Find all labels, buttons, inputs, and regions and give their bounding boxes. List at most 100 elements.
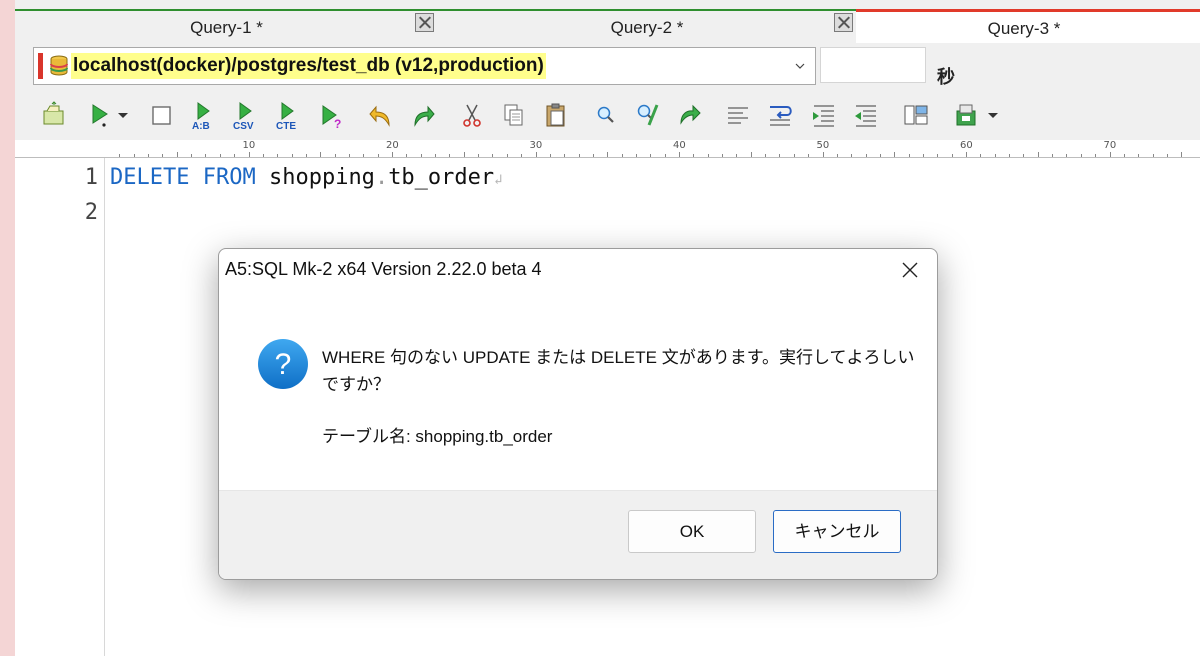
copy-icon[interactable] <box>499 101 529 131</box>
column-ruler: 10 20 30 40 50 60 70 <box>15 140 1200 158</box>
cancel-button[interactable]: キャンセル <box>773 510 901 553</box>
indent-icon[interactable] <box>809 101 839 131</box>
execute-cte-icon[interactable]: CTE <box>273 101 303 131</box>
ruler-tick <box>1009 154 1011 157</box>
ruler-tick <box>234 154 236 157</box>
svg-text:?: ? <box>334 117 341 131</box>
ruler-tick <box>564 154 566 157</box>
ruler-tick <box>162 154 164 157</box>
ruler-tick <box>894 152 896 157</box>
ruler-tick <box>1123 154 1125 157</box>
ruler-tick <box>420 154 422 157</box>
ruler-tick <box>650 154 652 157</box>
ruler-tick <box>966 152 967 157</box>
ruler-tick <box>592 154 594 157</box>
left-side-strip <box>0 0 16 656</box>
ruler-tick <box>1109 152 1111 157</box>
tab-query-2-label: Query-2 * <box>610 18 684 37</box>
open-file-icon[interactable] <box>39 101 69 131</box>
ruler-tick <box>937 154 939 157</box>
stop-icon[interactable] <box>147 101 177 131</box>
tools-dropdown-icon[interactable] <box>985 101 1001 131</box>
ruler-tick <box>793 154 795 157</box>
ruler-tick <box>1138 154 1140 157</box>
dialog-body: ? WHERE 句のない UPDATE または DELETE 文があります。実行… <box>219 291 937 489</box>
cut-icon[interactable] <box>457 101 487 131</box>
outdent-icon[interactable] <box>851 101 881 131</box>
ruler-tick <box>291 154 293 157</box>
ruler-tick <box>980 154 982 157</box>
svg-text:?: ? <box>275 348 292 381</box>
ruler-tick <box>750 152 752 157</box>
timeout-input[interactable] <box>820 47 926 83</box>
format-icon[interactable] <box>723 101 753 131</box>
tab-query-1-label: Query-1 * <box>190 18 263 37</box>
paste-icon[interactable] <box>541 101 571 131</box>
ruler-tick <box>463 152 465 157</box>
ruler-tick <box>377 154 379 157</box>
ruler-mark: 70 <box>1103 140 1117 151</box>
ruler-tick <box>205 154 207 157</box>
ruler-tick <box>535 152 537 157</box>
ruler-tick <box>836 154 838 157</box>
undo-icon[interactable] <box>367 101 397 131</box>
ruler-tick <box>736 154 738 157</box>
ruler-tick <box>133 154 135 157</box>
ruler-tick <box>334 154 336 157</box>
ruler-tick <box>621 154 623 157</box>
sql-keyword: FROM <box>202 165 256 190</box>
dialog-footer: OK キャンセル <box>219 490 937 579</box>
execute-compare-icon[interactable]: A:B <box>189 101 219 131</box>
ruler-tick <box>176 152 178 157</box>
close-icon[interactable] <box>895 255 925 285</box>
ruler-tick <box>148 154 150 157</box>
separator: . <box>374 165 389 190</box>
connection-select[interactable]: localhost(docker)/postgres/test_db (v12,… <box>33 47 816 85</box>
ok-button[interactable]: OK <box>628 510 756 553</box>
tab-close-icon[interactable] <box>415 13 434 32</box>
tools-icon[interactable] <box>951 101 981 131</box>
jump-icon[interactable] <box>675 101 705 131</box>
ruler-mark: 60 <box>960 140 973 151</box>
explain-icon[interactable]: ? <box>317 101 347 131</box>
ruler-tick <box>1052 154 1054 157</box>
chevron-down-icon[interactable] <box>795 61 805 71</box>
execute-dropdown-icon[interactable] <box>115 101 131 131</box>
wrap-icon[interactable] <box>765 101 795 131</box>
code-line-1: DELETE FROM shopping.tb_order↲ <box>110 165 503 190</box>
ruler-tick <box>664 154 666 157</box>
ruler-tick <box>908 154 910 157</box>
ruler-tick <box>1080 154 1082 157</box>
timeout-unit-label: 秒 <box>937 67 955 87</box>
line-number: 2 <box>84 200 98 225</box>
ruler-tick <box>578 154 580 157</box>
ruler-tick <box>191 154 193 157</box>
ruler-tick <box>679 152 680 157</box>
svg-text:CSV: CSV <box>233 121 254 131</box>
execute-icon[interactable] <box>87 101 117 131</box>
tab-query-3[interactable]: Query-3 * <box>856 9 1200 43</box>
dialog-message: WHERE 句のない UPDATE または DELETE 文があります。実行して… <box>322 348 915 367</box>
ruler-tick <box>951 154 953 157</box>
eol-mark: ↲ <box>494 172 503 188</box>
ruler-tick <box>765 154 767 157</box>
tab-query-1[interactable]: Query-1 * <box>15 9 438 42</box>
ruler-tick <box>549 154 551 157</box>
dialog-message-cont: ですか？ <box>322 375 390 394</box>
ruler-tick <box>1095 154 1097 157</box>
ruler-tick <box>492 154 494 157</box>
ruler-tick <box>1023 154 1025 157</box>
ruler-tick <box>722 154 724 157</box>
ruler-mark: 20 <box>386 140 399 151</box>
ruler-tick <box>922 154 924 157</box>
find-icon[interactable] <box>591 101 621 131</box>
find-replace-icon[interactable] <box>633 101 663 131</box>
ruler-tick <box>994 154 996 157</box>
redo-icon[interactable] <box>407 101 437 131</box>
tab-close-icon[interactable] <box>834 13 853 32</box>
ruler-tick <box>635 154 637 157</box>
tab-query-2[interactable]: Query-2 * <box>438 9 856 42</box>
execute-csv-icon[interactable]: CSV <box>231 101 261 131</box>
layout-icon[interactable] <box>901 101 931 131</box>
ruler-tick <box>262 154 264 157</box>
